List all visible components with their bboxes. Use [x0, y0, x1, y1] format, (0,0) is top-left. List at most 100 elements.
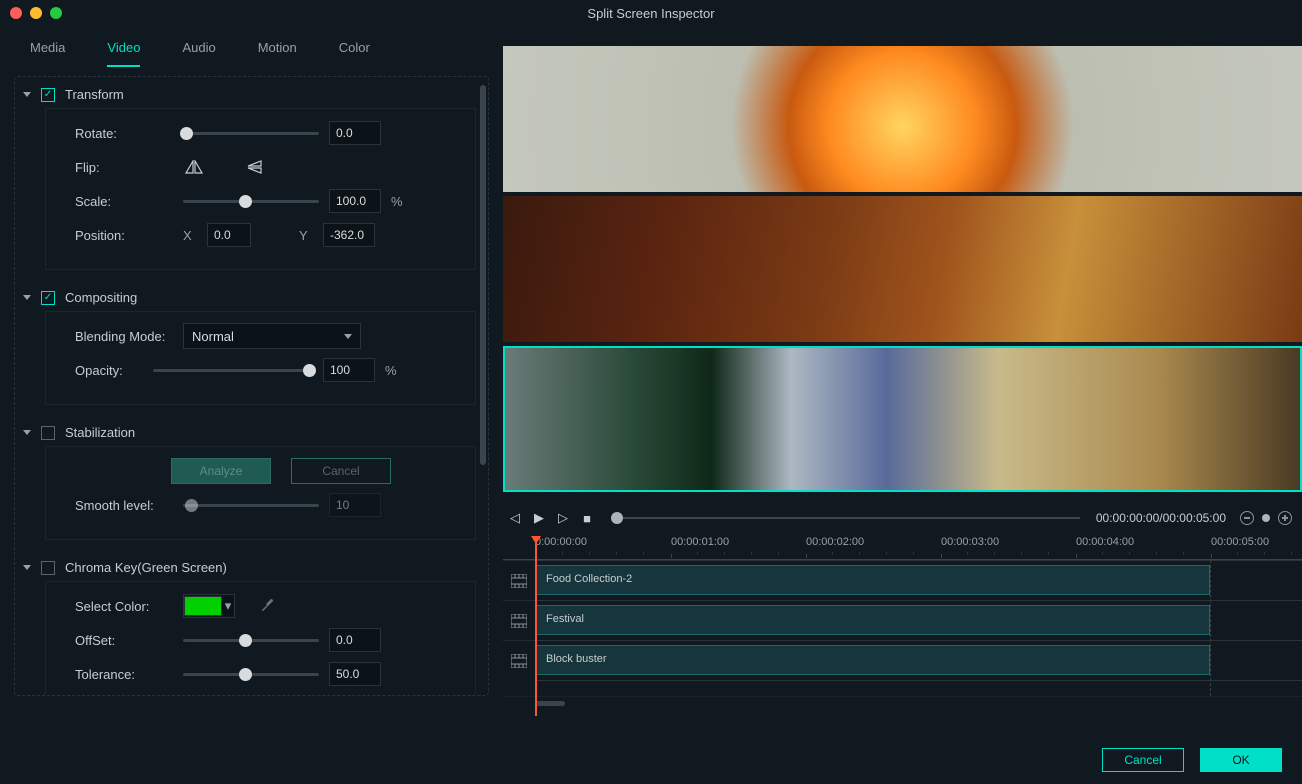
track-head-icon[interactable] — [503, 560, 535, 600]
opacity-suffix: % — [385, 363, 397, 378]
step-back-icon[interactable]: ◁ — [507, 510, 523, 526]
section-compositing-title: Compositing — [65, 290, 137, 305]
ruler-tick: 00:00:04:00 — [1076, 536, 1134, 548]
step-forward-icon[interactable]: ▷ — [555, 510, 571, 526]
track-headers — [503, 560, 535, 696]
ok-button[interactable]: OK — [1200, 748, 1282, 772]
section-stabilization: Stabilization Analyze Cancel Smooth leve… — [15, 415, 488, 540]
eyedropper-icon[interactable] — [259, 597, 275, 616]
timeline-ruler[interactable]: 0:00:00:0000:00:01:0000:00:02:0000:00:03… — [503, 534, 1302, 560]
chevron-down-icon — [23, 565, 31, 570]
tab-motion[interactable]: Motion — [258, 40, 297, 67]
window-title: Split Screen Inspector — [587, 6, 714, 21]
stabilization-checkbox[interactable] — [41, 426, 55, 440]
section-stabilization-header[interactable]: Stabilization — [15, 415, 488, 450]
smooth-label: Smooth level: — [75, 498, 173, 513]
track-head-icon[interactable] — [503, 640, 535, 680]
timeline-track[interactable]: Festival — [535, 600, 1302, 640]
playback-progress[interactable] — [611, 517, 1080, 519]
section-transform: ✓ Transform Rotate: Flip: — [15, 77, 488, 270]
inspector-panel: Media Video Audio Motion Color ✓ Transfo… — [0, 26, 503, 736]
footer: Cancel OK — [0, 736, 1302, 784]
minimize-window-icon[interactable] — [30, 7, 42, 19]
track-head-icon[interactable] — [503, 600, 535, 640]
tolerance-slider[interactable] — [183, 673, 319, 676]
timeline-track-empty[interactable] — [535, 680, 1302, 696]
preview-pane-2[interactable] — [503, 196, 1302, 342]
chromakey-checkbox[interactable] — [41, 561, 55, 575]
flip-vertical-icon[interactable] — [245, 157, 267, 177]
opacity-label: Opacity: — [75, 363, 143, 378]
ruler-tick: 00:00:03:00 — [941, 536, 999, 548]
timeline: 0:00:00:0000:00:01:0000:00:02:0000:00:03… — [503, 534, 1302, 708]
section-chromakey-header[interactable]: Chroma Key(Green Screen) — [15, 550, 488, 585]
section-transform-header[interactable]: ✓ Transform — [15, 77, 488, 112]
play-icon[interactable]: ▶ — [531, 510, 547, 526]
scale-slider[interactable] — [183, 200, 319, 203]
window-controls — [10, 7, 62, 19]
timeline-track[interactable]: Food Collection-2 — [535, 560, 1302, 600]
close-window-icon[interactable] — [10, 7, 22, 19]
preview-pane-1[interactable] — [503, 46, 1302, 192]
offset-label: OffSet: — [75, 633, 173, 648]
preview-panel: ◁ ▶ ▷ ■ 00:00:00:00/00:00:05:00 0:00:00:… — [503, 26, 1302, 736]
section-compositing-header[interactable]: ✓ Compositing — [15, 280, 488, 315]
scale-label: Scale: — [75, 194, 173, 209]
pos-x-input[interactable] — [207, 223, 251, 247]
timeline-clip[interactable]: Festival — [535, 605, 1210, 635]
zoom-out-icon[interactable] — [1240, 511, 1254, 525]
titlebar: Split Screen Inspector — [0, 0, 1302, 26]
blend-mode-select[interactable]: Normal — [183, 323, 361, 349]
compositing-checkbox[interactable]: ✓ — [41, 291, 55, 305]
tolerance-input[interactable] — [329, 662, 381, 686]
blend-mode-value: Normal — [192, 329, 234, 344]
pos-x-label: X — [183, 228, 197, 243]
chevron-down-icon — [23, 295, 31, 300]
opacity-slider[interactable] — [153, 369, 313, 372]
tab-color[interactable]: Color — [339, 40, 370, 67]
pos-y-input[interactable] — [323, 223, 375, 247]
opacity-input[interactable] — [323, 358, 375, 382]
timeline-clip[interactable]: Food Collection-2 — [535, 565, 1210, 595]
timeline-h-scroll-thumb[interactable] — [535, 701, 565, 706]
playback-thumb[interactable] — [611, 512, 623, 524]
preview-pane-3-selected[interactable] — [503, 346, 1302, 492]
playback-controls: ◁ ▶ ▷ ■ 00:00:00:00/00:00:05:00 — [503, 502, 1302, 534]
rotate-label: Rotate: — [75, 126, 173, 141]
timeline-h-scroll[interactable] — [503, 696, 1302, 708]
maximize-window-icon[interactable] — [50, 7, 62, 19]
rotate-slider[interactable] — [183, 132, 319, 135]
analyze-button[interactable]: Analyze — [171, 458, 271, 484]
stabilization-cancel-button[interactable]: Cancel — [291, 458, 391, 484]
tolerance-label: Tolerance: — [75, 667, 173, 682]
section-compositing: ✓ Compositing Blending Mode: Normal Opac… — [15, 280, 488, 405]
flip-label: Flip: — [75, 160, 173, 175]
offset-input[interactable] — [329, 628, 381, 652]
split-preview — [503, 46, 1302, 502]
playhead[interactable] — [535, 536, 537, 716]
timeline-track[interactable]: Block buster — [535, 640, 1302, 680]
ruler-tick: 00:00:01:00 — [671, 536, 729, 548]
tab-video[interactable]: Video — [107, 40, 140, 67]
timecode-display: 00:00:00:00/00:00:05:00 — [1096, 511, 1226, 525]
scale-input[interactable] — [329, 189, 381, 213]
offset-slider[interactable] — [183, 639, 319, 642]
cancel-button[interactable]: Cancel — [1102, 748, 1184, 772]
tab-media[interactable]: Media — [30, 40, 65, 67]
flip-horizontal-icon[interactable] — [183, 157, 205, 177]
smooth-input[interactable] — [329, 493, 381, 517]
zoom-level-dot[interactable] — [1262, 514, 1270, 522]
stop-icon[interactable]: ■ — [579, 511, 595, 526]
select-color-label: Select Color: — [75, 599, 173, 614]
ruler-tick: 00:00:05:00 — [1211, 536, 1269, 548]
section-transform-title: Transform — [65, 87, 124, 102]
section-chromakey: Chroma Key(Green Screen) Select Color: ▾ — [15, 550, 488, 696]
color-picker[interactable]: ▾ — [183, 594, 235, 618]
transform-checkbox[interactable]: ✓ — [41, 88, 55, 102]
smooth-slider[interactable] — [183, 504, 319, 507]
timeline-clip[interactable]: Block buster — [535, 645, 1210, 675]
rotate-input[interactable] — [329, 121, 381, 145]
zoom-in-icon[interactable] — [1278, 511, 1292, 525]
tab-audio[interactable]: Audio — [182, 40, 215, 67]
position-label: Position: — [75, 228, 173, 243]
